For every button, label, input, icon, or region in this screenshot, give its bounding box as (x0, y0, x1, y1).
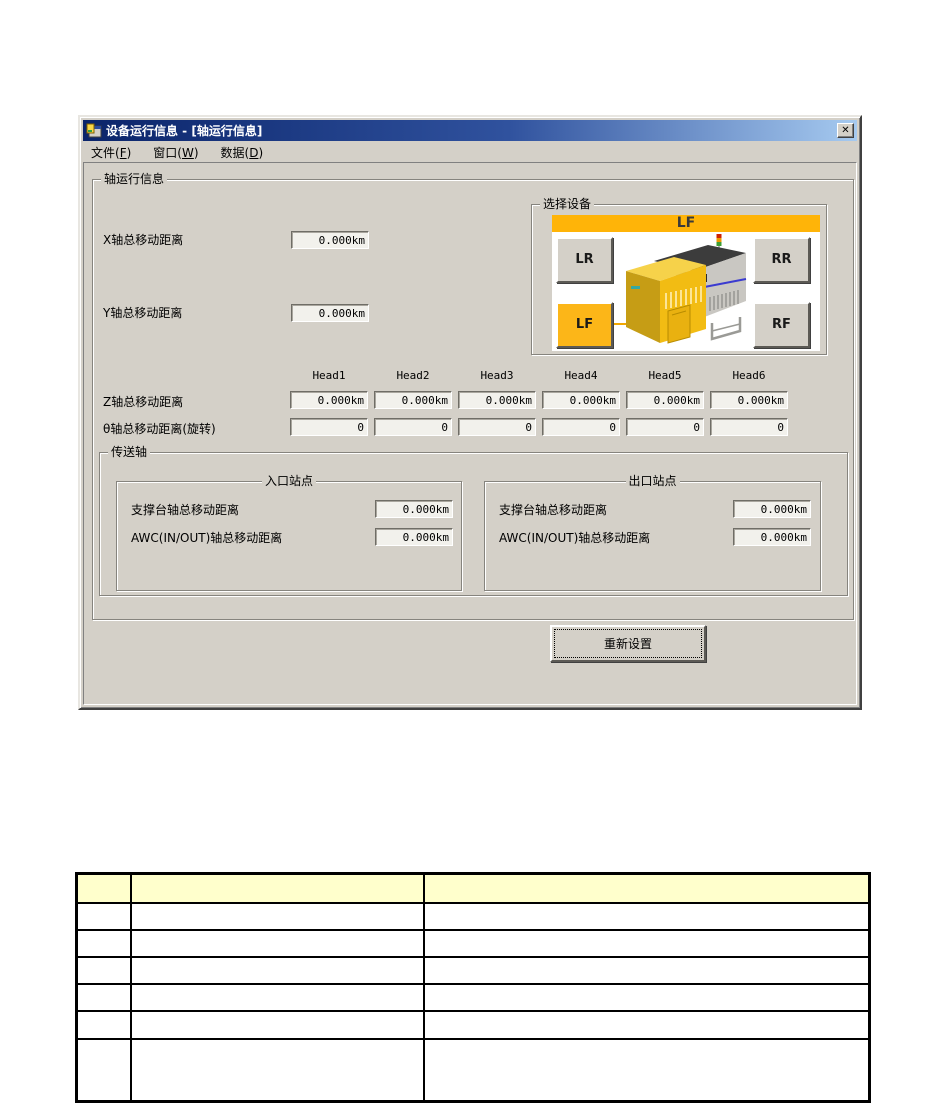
axis-info-group: 轴运行信息 X轴总移动距离 0.000km Y轴总移动距离 0.000km 选择… (92, 172, 854, 620)
x-axis-distance-field[interactable]: 0.000km (291, 231, 369, 249)
exit-awc-axis-label: AWC(IN/OUT)轴总移动距离 (499, 531, 651, 545)
table-header-cell (78, 875, 130, 902)
table-cell (425, 1012, 868, 1038)
entrance-awc-axis-label: AWC(IN/OUT)轴总移动距离 (131, 531, 283, 545)
z-axis-head4-field[interactable]: 0.000km (542, 391, 620, 409)
table-cell (132, 931, 423, 956)
exit-station-title: 出口站点 (625, 474, 680, 488)
theta-axis-head3-field[interactable]: 0 (458, 418, 536, 436)
table-header-cell (425, 875, 868, 902)
exit-awc-axis-field[interactable]: 0.000km (733, 528, 811, 546)
table-cell (132, 958, 423, 983)
menu-item-data[interactable]: 数据(D) (219, 143, 266, 162)
table-cell (425, 904, 868, 929)
entrance-station-title: 入口站点 (261, 474, 317, 488)
selected-device-banner: LF (552, 215, 820, 232)
theta-axis-head2-field[interactable]: 0 (374, 418, 452, 436)
theta-axis-values-row: 0 0 0 0 0 0 (290, 418, 788, 436)
head1-header: Head1 (312, 369, 346, 382)
head4-header: Head4 (564, 369, 598, 382)
device-button-lf[interactable]: LF (556, 302, 613, 348)
table-cell (78, 1012, 130, 1038)
menu-item-window[interactable]: 窗口(W) (151, 143, 200, 162)
device-button-lr[interactable]: LR (556, 237, 613, 283)
head5-header: Head5 (648, 369, 682, 382)
device-select-group: 选择设备 LF LR RR LF RF (531, 197, 827, 355)
head2-header: Head2 (396, 369, 430, 382)
z-axis-head2-field[interactable]: 0.000km (374, 391, 452, 409)
machine-image (616, 231, 751, 351)
z-axis-label: Z轴总移动距离 (103, 395, 184, 409)
table-cell (425, 958, 868, 983)
head3-header: Head3 (480, 369, 514, 382)
device-button-rr[interactable]: RR (753, 237, 810, 283)
exit-support-axis-field[interactable]: 0.000km (733, 500, 811, 518)
x-axis-label: X轴总移动距离 (103, 233, 184, 247)
close-button[interactable]: ✕ (837, 123, 854, 138)
window-titlebar[interactable]: 设备运行信息 - [轴运行信息] ✕ (83, 120, 857, 141)
table-cell (425, 931, 868, 956)
y-axis-distance-field[interactable]: 0.000km (291, 304, 369, 322)
window-client-area: 轴运行信息 X轴总移动距离 0.000km Y轴总移动距离 0.000km 选择… (83, 162, 857, 705)
menu-item-file[interactable]: 文件(F) (89, 143, 133, 162)
axis-info-group-title: 轴运行信息 (101, 172, 168, 186)
table-header-cell (132, 875, 423, 902)
y-axis-label: Y轴总移动距离 (103, 306, 183, 320)
theta-axis-head5-field[interactable]: 0 (626, 418, 704, 436)
head6-header: Head6 (732, 369, 766, 382)
table-cell (78, 931, 130, 956)
transfer-axis-group-title: 传送轴 (108, 445, 151, 459)
table-cell (78, 904, 130, 929)
window-title: 设备运行信息 - [轴运行信息] (106, 124, 263, 138)
theta-axis-label: θ轴总移动距离(旋转) (103, 422, 216, 436)
table-cell (132, 1040, 423, 1100)
device-button-rf[interactable]: RF (753, 302, 810, 348)
table-cell (132, 985, 423, 1010)
transfer-axis-group: 传送轴 入口站点 支撑台轴总移动距离 0.000km AWC(IN/OUT)轴总… (99, 445, 848, 596)
table-cell (425, 1040, 868, 1100)
reference-table (75, 872, 871, 1103)
app-icon (86, 123, 102, 139)
theta-axis-head1-field[interactable]: 0 (290, 418, 368, 436)
head-header-row: Head1 Head2 Head3 Head4 Head5 Head6 (290, 369, 788, 382)
menu-bar: 文件(F) 窗口(W) 数据(D) (83, 142, 857, 162)
z-axis-values-row: 0.000km 0.000km 0.000km 0.000km 0.000km … (290, 391, 788, 409)
device-select-group-title: 选择设备 (540, 197, 595, 211)
exit-support-axis-label: 支撑台轴总移动距离 (499, 503, 608, 517)
z-axis-head3-field[interactable]: 0.000km (458, 391, 536, 409)
table-cell (78, 985, 130, 1010)
entrance-awc-axis-field[interactable]: 0.000km (375, 528, 453, 546)
table-cell (78, 1040, 130, 1100)
z-axis-head1-field[interactable]: 0.000km (290, 391, 368, 409)
table-cell (425, 985, 868, 1010)
document-page: 设备运行信息 - [轴运行信息] ✕ 文件(F) 窗口(W) 数据(D) 轴运行… (0, 0, 941, 1105)
entrance-support-axis-field[interactable]: 0.000km (375, 500, 453, 518)
table-cell (132, 904, 423, 929)
z-axis-head6-field[interactable]: 0.000km (710, 391, 788, 409)
theta-axis-head6-field[interactable]: 0 (710, 418, 788, 436)
entrance-support-axis-label: 支撑台轴总移动距离 (131, 503, 240, 517)
exit-station-group: 出口站点 支撑台轴总移动距离 0.000km AWC(IN/OUT)轴总移动距离… (484, 474, 821, 591)
entrance-station-group: 入口站点 支撑台轴总移动距离 0.000km AWC(IN/OUT)轴总移动距离… (116, 474, 462, 591)
theta-axis-head4-field[interactable]: 0 (542, 418, 620, 436)
reset-button[interactable]: 重新设置 (550, 625, 706, 662)
axis-info-window: 设备运行信息 - [轴运行信息] ✕ 文件(F) 窗口(W) 数据(D) 轴运行… (78, 115, 862, 710)
table-cell (132, 1012, 423, 1038)
z-axis-head5-field[interactable]: 0.000km (626, 391, 704, 409)
table-cell (78, 958, 130, 983)
